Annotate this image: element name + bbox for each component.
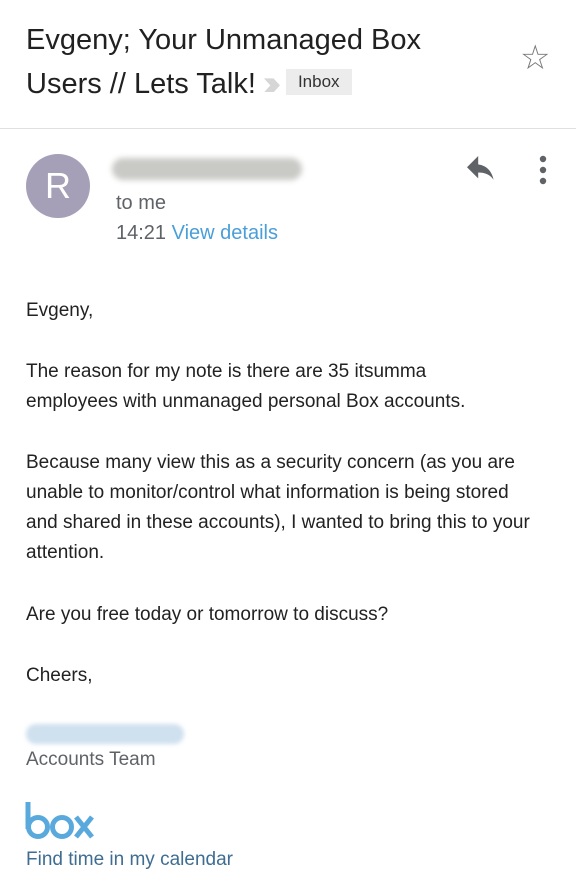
email-subject: Evgeny; Your Unmanaged Box Users // Lets… bbox=[26, 18, 496, 106]
star-icon[interactable]: ☆ bbox=[520, 38, 550, 78]
signature-name-redacted bbox=[26, 724, 184, 744]
inbox-label-badge[interactable]: Inbox bbox=[285, 69, 352, 96]
more-options-icon[interactable] bbox=[536, 154, 550, 186]
body-greeting: Evgeny, bbox=[26, 300, 94, 321]
box-logo bbox=[25, 802, 94, 839]
body-paragraph: Are you free today or tomorrow to discus… bbox=[26, 604, 389, 625]
reply-icon[interactable] bbox=[464, 156, 498, 184]
avatar[interactable]: R bbox=[26, 154, 90, 218]
body-paragraph: Because many view this as a security con… bbox=[26, 452, 530, 563]
calendar-link[interactable]: Find time in my calendar bbox=[26, 849, 233, 871]
signature-team: Accounts Team bbox=[26, 749, 156, 770]
divider bbox=[0, 128, 576, 129]
importance-marker-icon[interactable] bbox=[263, 78, 280, 93]
time-text: 14:21 bbox=[116, 222, 167, 244]
message-time: 14:21 View details bbox=[116, 222, 278, 245]
sender-name-redacted bbox=[112, 158, 302, 180]
body-closing: Cheers, bbox=[26, 665, 93, 686]
recipient-text: to me bbox=[116, 192, 167, 214]
view-details-link[interactable]: View details bbox=[172, 222, 278, 244]
body-paragraph: The reason for my note is there are 35 i… bbox=[26, 361, 466, 412]
subject-text: Evgeny; Your Unmanaged Box Users // Lets… bbox=[26, 24, 421, 100]
